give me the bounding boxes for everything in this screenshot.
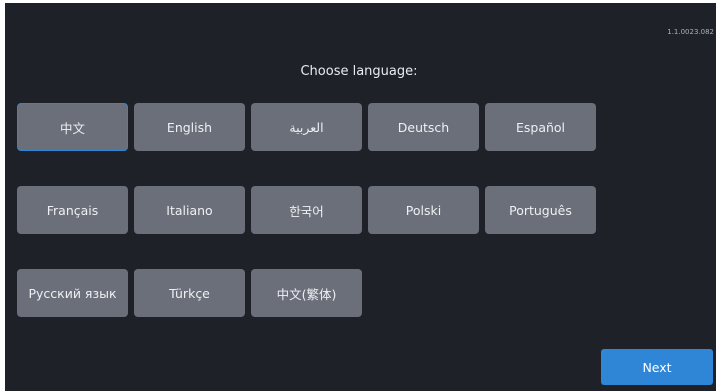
language-button-spanish[interactable]: Español [485, 103, 596, 151]
language-button-chinese-traditional[interactable]: 中文(繁体) [251, 269, 362, 317]
language-button-korean[interactable]: 한국어 [251, 186, 362, 234]
language-button-italian[interactable]: Italiano [134, 186, 245, 234]
language-button-turkish[interactable]: Türkçe [134, 269, 245, 317]
language-button-french[interactable]: Français [17, 186, 128, 234]
version-label: 1.1.0023.082 [667, 28, 714, 36]
language-button-chinese-simplified[interactable]: 中文 [17, 103, 128, 151]
language-button-german[interactable]: Deutsch [368, 103, 479, 151]
page-title: Choose language: [300, 64, 418, 79]
language-button-arabic[interactable]: العربية [251, 103, 362, 151]
language-button-english[interactable]: English [134, 103, 245, 151]
next-button[interactable]: Next [601, 349, 713, 385]
language-button-russian[interactable]: Русский язык [17, 269, 128, 317]
language-button-portuguese[interactable]: Português [485, 186, 596, 234]
language-button-polish[interactable]: Polski [368, 186, 479, 234]
